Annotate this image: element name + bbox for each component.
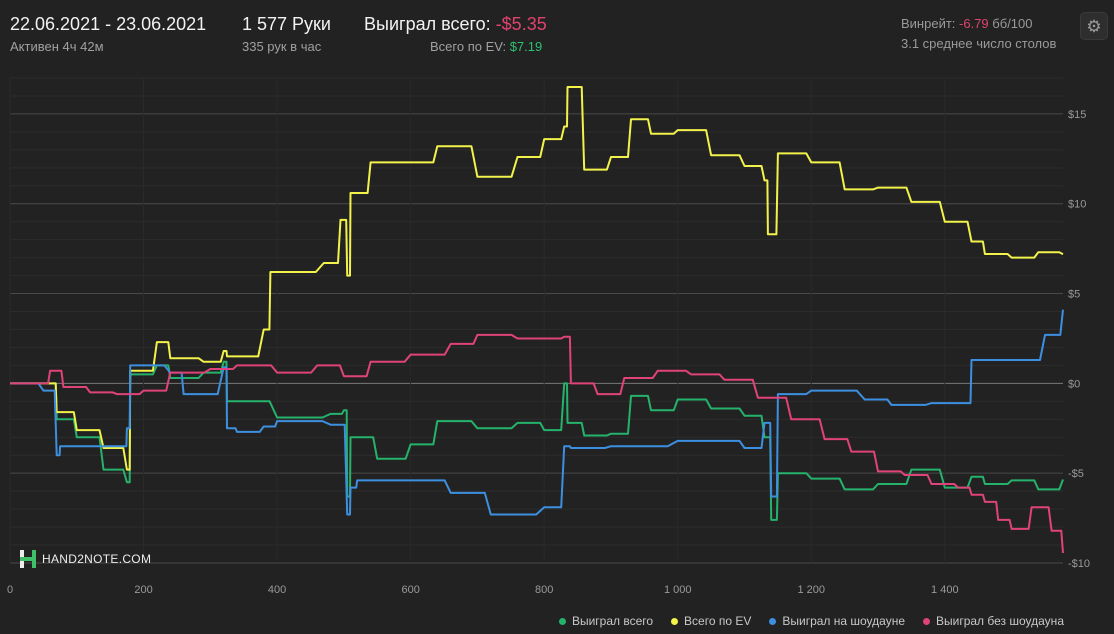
winrate-value: -6.79 xyxy=(959,16,989,31)
legend-dot-icon xyxy=(671,617,679,625)
chart-series xyxy=(10,86,1064,554)
x-tick-label: 400 xyxy=(268,584,286,596)
hands-count: 1 577 Руки xyxy=(242,14,331,34)
hand2note-logo-mark xyxy=(20,550,36,568)
legend-dot-icon xyxy=(558,617,566,625)
y-tick-label: -$10 xyxy=(1068,558,1090,570)
y-tick-label: -$5 xyxy=(1068,468,1084,480)
winrate: Винрейт: -6.79 бб/100 xyxy=(901,16,1033,31)
summary-header: 22.06.2021 - 23.06.2021 Активен 4ч 42м 1… xyxy=(0,0,1114,70)
y-tick-label: $10 xyxy=(1068,199,1086,211)
legend-item[interactable]: Выиграл всего xyxy=(558,614,654,628)
won-total-label: Выиграл всего: xyxy=(364,14,491,34)
y-tick-label: $5 xyxy=(1068,289,1080,301)
ev-total-value: $7.19 xyxy=(509,39,543,54)
won-total-value: -$5.35 xyxy=(495,14,547,34)
x-tick-label: 1 200 xyxy=(798,584,826,596)
ev-total-label: Всего по EV: xyxy=(430,39,507,54)
legend-label: Выиграл на шоудауне xyxy=(782,614,905,628)
x-tick-label: 1 000 xyxy=(664,584,692,596)
legend-item[interactable]: Выиграл на шоудауне xyxy=(769,614,905,628)
legend-item[interactable]: Выиграл без шоудауна xyxy=(923,614,1064,628)
hand2note-logo: HAND2NOTE.COM xyxy=(20,550,151,568)
chart-grid xyxy=(9,77,1063,564)
hands-per-hour: 335 рук в час xyxy=(242,39,322,54)
legend-label: Выиграл без шоудауна xyxy=(936,614,1064,628)
ev-total: Всего по EV: $7.19 xyxy=(430,39,542,54)
winrate-unit: бб/100 xyxy=(992,16,1033,31)
x-tick-label: 0 xyxy=(7,584,13,596)
legend-label: Всего по EV xyxy=(684,614,752,628)
settings-button[interactable]: ⚙ xyxy=(1080,12,1108,40)
legend-label: Выиграл всего xyxy=(571,614,654,628)
date-range: 22.06.2021 - 23.06.2021 xyxy=(10,14,207,34)
legend-dot-icon xyxy=(769,617,777,625)
y-tick-label: $15 xyxy=(1068,109,1086,121)
legend-item[interactable]: Всего по EV xyxy=(671,614,751,628)
x-tick-label: 1 400 xyxy=(931,584,959,596)
avg-tables: 3.1 среднее число столов xyxy=(901,36,1057,51)
x-tick-label: 200 xyxy=(134,584,152,596)
chart-legend: Выиграл всего Всего по EV Выиграл на шоуда… xyxy=(558,614,1064,628)
x-tick-label: 800 xyxy=(535,584,553,596)
y-tick-label: $0 xyxy=(1068,378,1080,390)
x-tick-label: 600 xyxy=(401,584,419,596)
logo-text: HAND2NOTE.COM xyxy=(42,552,152,566)
active-time: Активен 4ч 42м xyxy=(10,39,104,54)
won-total: Выиграл всего: -$5.35 xyxy=(364,14,547,35)
legend-dot-icon xyxy=(923,617,930,625)
y-tick-labels: $15 $10 $5 $0 -$5 -$10 xyxy=(1068,109,1090,570)
winrate-label: Винрейт: xyxy=(901,16,956,31)
series-line-2 xyxy=(10,86,1064,471)
gear-icon: ⚙ xyxy=(1086,16,1102,36)
x-tick-labels: 0 200 400 600 800 1 000 1 200 1 400 xyxy=(7,584,959,596)
results-chart: $15 $10 $5 $0 -$5 -$10 0 200 400 600 800 1 000 1 20… xyxy=(7,77,1090,596)
